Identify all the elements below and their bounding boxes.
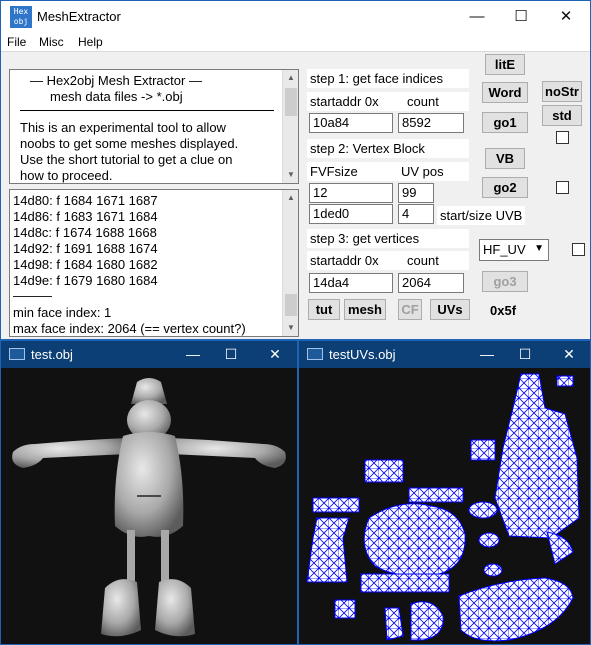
test-uvs-title: testUVs.obj	[329, 347, 396, 362]
go2-checkbox[interactable]	[556, 181, 569, 194]
step1-title: step 1: get face indices	[307, 69, 469, 88]
scroll-up-icon[interactable]: ▲	[283, 70, 298, 86]
std-checkbox[interactable]	[556, 131, 569, 144]
log-separator: ———	[13, 288, 52, 303]
step1-count-input[interactable]: 8592	[398, 113, 464, 133]
lite-button[interactable]: litE	[485, 54, 525, 75]
test-obj-window: test.obj — ☐ ✕	[0, 340, 298, 645]
window-icon	[307, 348, 323, 360]
log-line: 14d8c: f 1674 1688 1668	[13, 225, 157, 240]
minimize-button[interactable]: —	[173, 344, 213, 364]
log-textbox[interactable]: 14d80: f 1684 1671 1687 14d86: f 1683 16…	[9, 189, 299, 337]
step3-startaddr-input[interactable]: 14da4	[309, 273, 393, 293]
menu-file[interactable]: File	[7, 35, 26, 49]
scroll-down-icon[interactable]: ▼	[283, 320, 298, 336]
info-scrollbar[interactable]: ▲ ▼	[282, 70, 298, 183]
step1-startaddr-input[interactable]: 10a84	[309, 113, 393, 133]
maximize-button[interactable]: ☐	[499, 1, 543, 32]
minimize-button[interactable]: —	[455, 1, 499, 32]
test-uvs-title-bar[interactable]: testUVs.obj — ☐ ✕	[299, 341, 590, 368]
fvf-size-input[interactable]: 12	[309, 183, 393, 203]
close-button[interactable]: ✕	[255, 344, 295, 364]
scroll-thumb[interactable]	[285, 294, 297, 316]
close-button[interactable]: ✕	[544, 1, 588, 32]
max-face-line: max face index: 2064 (== vertex count?)	[13, 321, 246, 336]
cf-button[interactable]: CF	[398, 299, 422, 320]
info-subheading: mesh data files -> *.obj	[50, 89, 183, 104]
step2-title: step 2: Vertex Block	[307, 139, 469, 158]
log-scrollbar[interactable]: ▲ ▼	[282, 190, 298, 336]
uvb-start-input[interactable]: 1ded0	[309, 204, 393, 224]
maximize-button[interactable]: ☐	[211, 344, 251, 364]
info-divider	[20, 110, 274, 111]
uvb-size-input[interactable]: 4	[398, 204, 434, 224]
step3-labels: startaddr 0x count	[307, 251, 469, 270]
info-textbox[interactable]: — Hex2obj Mesh Extractor — mesh data fil…	[9, 69, 299, 184]
scroll-down-icon[interactable]: ▼	[283, 167, 298, 183]
log-line: 14d92: f 1691 1688 1674	[13, 241, 158, 256]
window-icon	[9, 348, 25, 360]
uv-pos-input[interactable]: 99	[398, 183, 434, 203]
close-button[interactable]: ✕	[549, 344, 589, 364]
menu-bar: File Misc Help	[1, 32, 590, 52]
menu-help[interactable]: Help	[78, 35, 103, 49]
maximize-button[interactable]: ☐	[505, 344, 545, 364]
info-heading: — Hex2obj Mesh Extractor —	[30, 73, 202, 88]
word-button[interactable]: Word	[482, 82, 528, 103]
vb-button[interactable]: VB	[485, 148, 525, 169]
log-line: 14d80: f 1684 1671 1687	[13, 193, 158, 208]
menu-misc[interactable]: Misc	[39, 35, 64, 49]
tut-button[interactable]: tut	[308, 299, 340, 320]
uvs-button[interactable]: UVs	[430, 299, 470, 320]
log-line: 14d86: f 1683 1671 1684	[13, 209, 158, 224]
chevron-down-icon: ▼	[534, 243, 544, 254]
nostr-button[interactable]: noStr	[542, 81, 582, 102]
scroll-thumb[interactable]	[285, 88, 297, 116]
log-line: 14d9e: f 1679 1680 1684	[13, 273, 158, 288]
min-face-line: min face index: 1	[13, 305, 112, 320]
uv-checkbox[interactable]	[572, 243, 585, 256]
minimize-button[interactable]: —	[467, 344, 507, 364]
mesh-render-canvas[interactable]	[1, 368, 297, 644]
uv-format-select[interactable]: HF_UV ▼	[479, 239, 549, 261]
test-uvs-window: testUVs.obj — ☐ ✕	[298, 340, 591, 645]
scroll-up-icon[interactable]: ▲	[283, 190, 298, 206]
window-title: MeshExtractor	[37, 9, 121, 24]
step1-labels: startaddr 0x count	[307, 92, 469, 111]
test-obj-title: test.obj	[31, 347, 73, 362]
go1-button[interactable]: go1	[482, 112, 528, 133]
go2-button[interactable]: go2	[482, 177, 528, 198]
test-obj-title-bar[interactable]: test.obj — ☐ ✕	[1, 341, 297, 368]
title-bar[interactable]: Hex obj MeshExtractor — ☐ ✕	[1, 1, 590, 32]
step3-title: step 3: get vertices	[307, 229, 469, 248]
log-line: 14d98: f 1684 1680 1682	[13, 257, 158, 272]
hex-readout: 0x5f	[490, 303, 517, 318]
mesh-button[interactable]: mesh	[344, 299, 386, 320]
mesh-extractor-window: Hex obj MeshExtractor — ☐ ✕ File Misc He…	[0, 0, 591, 340]
step3-count-input[interactable]: 2064	[398, 273, 464, 293]
uv-map-canvas[interactable]	[299, 368, 590, 644]
step2-labels: FVFsize UV pos	[307, 162, 469, 181]
hex2obj-app-icon: Hex obj	[10, 6, 32, 28]
std-button[interactable]: std	[542, 105, 582, 126]
uvb-label: start/size UVB	[437, 206, 526, 225]
go3-button[interactable]: go3	[482, 271, 528, 292]
